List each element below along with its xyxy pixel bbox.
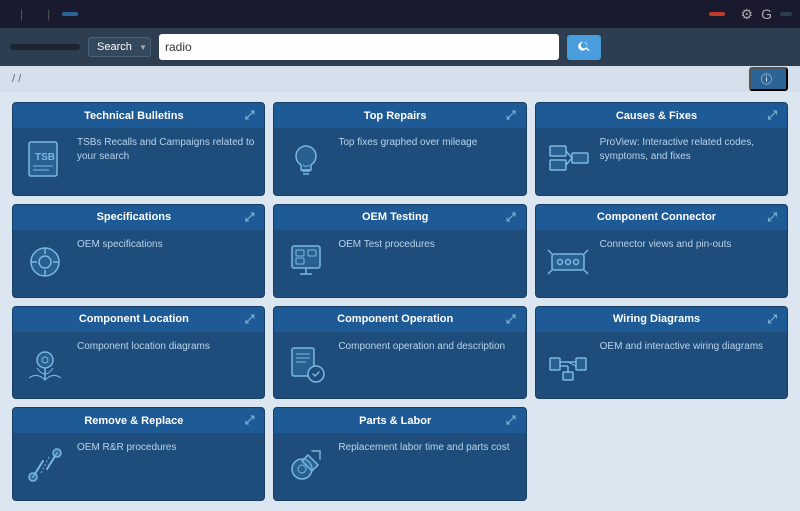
card-icon-remove-replace bbox=[21, 441, 69, 489]
card-body: OEM and interactive wiring diagrams bbox=[536, 332, 787, 400]
card-description: Replacement labor time and parts cost bbox=[338, 441, 517, 455]
card-header: Specifications ⤢ bbox=[13, 205, 264, 230]
card-description: Connector views and pin-outs bbox=[600, 238, 779, 252]
card-body: Connector views and pin-outs bbox=[536, 230, 787, 298]
card-technical-bulletins[interactable]: Technical Bulletins ⤢ TSB TSBs Recalls a… bbox=[12, 102, 265, 196]
card-description: Component location diagrams bbox=[77, 340, 256, 354]
settings-icon[interactable]: ⚙ bbox=[741, 6, 754, 23]
card-body: OEM R&R procedures bbox=[13, 433, 264, 501]
breadcrumb: / / bbox=[12, 73, 21, 85]
card-title: Top Repairs bbox=[284, 110, 506, 122]
card-body: Component location diagrams bbox=[13, 332, 264, 400]
top-navigation: | | ⚙ G bbox=[0, 0, 800, 28]
expand-icon[interactable]: ⤢ bbox=[245, 312, 255, 327]
card-component-location[interactable]: Component Location ⤢ Component location … bbox=[12, 306, 265, 400]
card-icon-location bbox=[21, 340, 69, 388]
card-title: Causes & Fixes bbox=[546, 110, 768, 122]
card-title: OEM Testing bbox=[284, 211, 506, 223]
card-header: Parts & Labor ⤢ bbox=[274, 408, 525, 433]
card-icon-causes bbox=[544, 136, 592, 184]
card-description: OEM specifications bbox=[77, 238, 256, 252]
card-title: Wiring Diagrams bbox=[546, 313, 768, 325]
card-remove-replace[interactable]: Remove & Replace ⤢ OEM R&R procedures OE… bbox=[12, 407, 265, 501]
card-icon-testing bbox=[282, 238, 330, 286]
card-icon-connector bbox=[544, 238, 592, 286]
search-type-select[interactable]: Search Part # DTC bbox=[88, 37, 151, 57]
main-content: Technical Bulletins ⤢ TSB TSBs Recalls a… bbox=[0, 92, 800, 511]
card-header: Remove & Replace ⤢ bbox=[13, 408, 264, 433]
card-body: ProView: Interactive related codes, symp… bbox=[536, 128, 787, 196]
card-description: OEM Test procedures bbox=[338, 238, 517, 252]
expand-icon[interactable]: ⤢ bbox=[506, 312, 516, 327]
card-title: Specifications bbox=[23, 211, 245, 223]
card-icon-wiring bbox=[544, 340, 592, 388]
card-oem-testing[interactable]: OEM Testing ⤢ OEM Test procedures OEM In… bbox=[273, 204, 526, 298]
card-header: Causes & Fixes ⤢ bbox=[536, 103, 787, 128]
search-input[interactable] bbox=[165, 40, 553, 54]
expand-icon[interactable]: ⤢ bbox=[245, 210, 255, 225]
breadcrumb-bar: / / ⓘ bbox=[0, 66, 800, 92]
card-body: Replacement labor time and parts cost bbox=[274, 433, 525, 501]
search-input-wrapper bbox=[159, 34, 559, 60]
expand-icon[interactable]: ⤢ bbox=[767, 312, 777, 327]
svg-text:TSB: TSB bbox=[35, 152, 55, 163]
card-component-operation[interactable]: Component Operation ⤢ Component operatio… bbox=[273, 306, 526, 400]
card-description: OEM and interactive wiring diagrams bbox=[600, 340, 779, 354]
card-body: Component operation and description bbox=[274, 332, 525, 400]
current-vehicle bbox=[62, 12, 78, 16]
card-title: Component Location bbox=[23, 313, 245, 325]
recalls-button[interactable] bbox=[709, 12, 725, 16]
card-body: TSB TSBs Recalls and Campaigns related t… bbox=[13, 128, 264, 196]
search-bar: Search Part # DTC bbox=[0, 28, 800, 66]
card-description: ProView: Interactive related codes, symp… bbox=[600, 136, 779, 164]
expand-icon[interactable]: ⤢ bbox=[506, 210, 516, 225]
card-wiring-diagrams[interactable]: Wiring Diagrams ⤢ OEM and interactive wi… bbox=[535, 306, 788, 400]
card-title: Parts & Labor bbox=[284, 415, 506, 427]
media-badge[interactable] bbox=[780, 12, 792, 16]
information-button[interactable]: ⓘ bbox=[749, 67, 788, 91]
card-header: Component Location ⤢ bbox=[13, 307, 264, 332]
search-logo bbox=[10, 44, 80, 50]
card-top-repairs[interactable]: Top Repairs ⤢ Top fixes graphed over mil… bbox=[273, 102, 526, 196]
card-parts-labor[interactable]: Parts & Labor ⤢ Replacement labor time a… bbox=[273, 407, 526, 501]
card-icon-tsb: TSB bbox=[21, 136, 69, 184]
expand-icon[interactable]: ⤢ bbox=[767, 210, 777, 225]
card-description: Top fixes graphed over mileage bbox=[338, 136, 517, 150]
card-body: OEM specifications bbox=[13, 230, 264, 298]
card-title: Technical Bulletins bbox=[23, 110, 245, 122]
card-icon-lightbulb bbox=[282, 136, 330, 184]
card-body: Top fixes graphed over mileage bbox=[274, 128, 525, 196]
card-header: Component Connector ⤢ bbox=[536, 205, 787, 230]
card-title: Component Connector bbox=[546, 211, 768, 223]
card-description: TSBs Recalls and Campaigns related to yo… bbox=[77, 136, 256, 164]
expand-icon[interactable]: ⤢ bbox=[245, 413, 255, 428]
expand-icon[interactable]: ⤢ bbox=[245, 108, 255, 123]
card-icon-parts bbox=[282, 441, 330, 489]
card-icon-specs bbox=[21, 238, 69, 286]
expand-icon[interactable]: ⤢ bbox=[506, 413, 516, 428]
expand-icon[interactable]: ⤢ bbox=[506, 108, 516, 123]
card-body: OEM Test procedures bbox=[274, 230, 525, 298]
card-title: Component Operation bbox=[284, 313, 506, 325]
card-specifications[interactable]: Specifications ⤢ OEM specifications OEM … bbox=[12, 204, 265, 298]
card-header: OEM Testing ⤢ bbox=[274, 205, 525, 230]
card-header: Technical Bulletins ⤢ bbox=[13, 103, 264, 128]
card-description: OEM R&R procedures bbox=[77, 441, 256, 455]
search-type-wrapper: Search Part # DTC bbox=[88, 37, 151, 57]
card-causes-fixes[interactable]: Causes & Fixes ⤢ ProView: Interactive re… bbox=[535, 102, 788, 196]
card-header: Component Operation ⤢ bbox=[274, 307, 525, 332]
expand-icon[interactable]: ⤢ bbox=[767, 108, 777, 123]
card-header: Wiring Diagrams ⤢ bbox=[536, 307, 787, 332]
card-description: Component operation and description bbox=[338, 340, 517, 354]
search-button[interactable] bbox=[567, 35, 601, 60]
user-icon[interactable]: G bbox=[761, 6, 772, 22]
nav-right: ⚙ G bbox=[709, 6, 792, 23]
card-title: Remove & Replace bbox=[23, 415, 245, 427]
card-component-connector[interactable]: Component Connector ⤢ Connector views an… bbox=[535, 204, 788, 298]
card-header: Top Repairs ⤢ bbox=[274, 103, 525, 128]
card-icon-operation bbox=[282, 340, 330, 388]
